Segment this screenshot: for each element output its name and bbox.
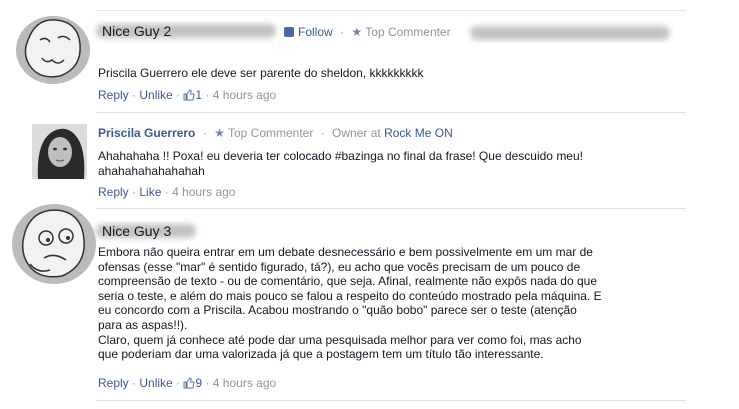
star-icon: ★ xyxy=(351,25,363,39)
avatar-photo[interactable] xyxy=(32,124,87,179)
reply-link[interactable]: Reply xyxy=(98,376,129,390)
like-count[interactable]: 9 xyxy=(183,376,205,390)
thumbs-up-icon xyxy=(183,89,196,101)
like-count-value: 9 xyxy=(195,376,203,390)
comment-line: eu concordo com a Priscila. Acabou mostr… xyxy=(98,303,577,318)
comment-actions: Reply · Unlike · 9 · 4 hours ago xyxy=(98,376,276,390)
comment-line: Claro, quem já conhece até pode dar uma … xyxy=(98,332,582,347)
reply-link[interactable]: Reply xyxy=(98,185,129,199)
commenter-name[interactable]: Priscila Guerrero xyxy=(98,126,195,140)
separator-dot: · xyxy=(320,126,325,140)
comment-header: Priscila Guerrero · ★ Top Commenter · Ow… xyxy=(98,126,453,140)
separator-dot: · xyxy=(132,88,137,102)
comment-actions: Reply · Like · 4 hours ago xyxy=(98,185,235,199)
comment-meta: Follow · ★ Top Commenter xyxy=(284,25,451,39)
separator-dot: · xyxy=(132,376,137,390)
comment-actions: Reply · Unlike · 1 · 4 hours ago xyxy=(98,88,276,102)
divider xyxy=(96,10,686,11)
profile-photo-icon xyxy=(32,124,87,179)
thinking-face-icon xyxy=(12,204,96,284)
separator-dot: · xyxy=(202,126,207,140)
separator-dot: · xyxy=(340,25,345,39)
follow-link[interactable]: Follow xyxy=(298,25,333,39)
separator-dot: · xyxy=(132,185,137,199)
separator-dot: · xyxy=(205,376,210,390)
commenter-name[interactable]: Nice Guy 2 xyxy=(102,23,171,39)
like-count[interactable]: 1 xyxy=(183,88,205,102)
comment-line: seria o teste, e além do mais pouco se f… xyxy=(98,288,602,303)
divider xyxy=(96,112,686,113)
timestamp[interactable]: 4 hours ago xyxy=(213,88,276,102)
comment-line: Embora não queira entrar em um debate de… xyxy=(98,245,593,259)
comment-line: compreensão de texto - ou de comentário,… xyxy=(98,274,597,289)
separator-dot: · xyxy=(176,376,181,390)
redacted-text-blur xyxy=(470,26,670,40)
comment-line: que poderiam dar uma valorizada já que a… xyxy=(98,347,544,362)
like-link[interactable]: Like xyxy=(139,185,161,199)
commenter-name[interactable]: Nice Guy 3 xyxy=(102,223,171,239)
avatar-rage-face[interactable] xyxy=(16,10,90,84)
separator-dot: · xyxy=(164,185,169,199)
page-link[interactable]: Rock Me ON xyxy=(384,126,453,140)
comment-text: Embora não queira entrar em um debate de… xyxy=(98,245,678,362)
like-count-value: 1 xyxy=(195,88,203,102)
thumbs-up-icon xyxy=(183,377,196,389)
avatar-rage-face[interactable] xyxy=(10,200,96,286)
reply-link[interactable]: Reply xyxy=(98,88,129,102)
owner-label: Owner at xyxy=(332,126,381,140)
top-commenter-badge: Top Commenter xyxy=(365,25,451,39)
comment-text: Priscila Guerrero ele deve ser parente d… xyxy=(98,66,424,80)
divider xyxy=(96,208,686,209)
separator-dot: · xyxy=(176,88,181,102)
rss-follow-icon xyxy=(284,27,294,37)
comment-line: para as aspas!!). xyxy=(98,317,188,332)
timestamp[interactable]: 4 hours ago xyxy=(172,185,235,199)
unlike-link[interactable]: Unlike xyxy=(139,376,172,390)
rage-face-icon xyxy=(16,16,90,84)
star-icon: ★ xyxy=(214,126,225,140)
top-commenter-badge: Top Commenter xyxy=(227,126,314,140)
timestamp[interactable]: 4 hours ago xyxy=(213,376,276,390)
comment-text: Ahahahaha !! Poxa! eu deveria ter coloca… xyxy=(98,149,583,178)
comment-line: ofensas (esse "mar" é sentido figurado, … xyxy=(98,259,581,274)
separator-dot: · xyxy=(205,88,210,102)
divider xyxy=(96,400,686,401)
unlike-link[interactable]: Unlike xyxy=(139,88,172,102)
